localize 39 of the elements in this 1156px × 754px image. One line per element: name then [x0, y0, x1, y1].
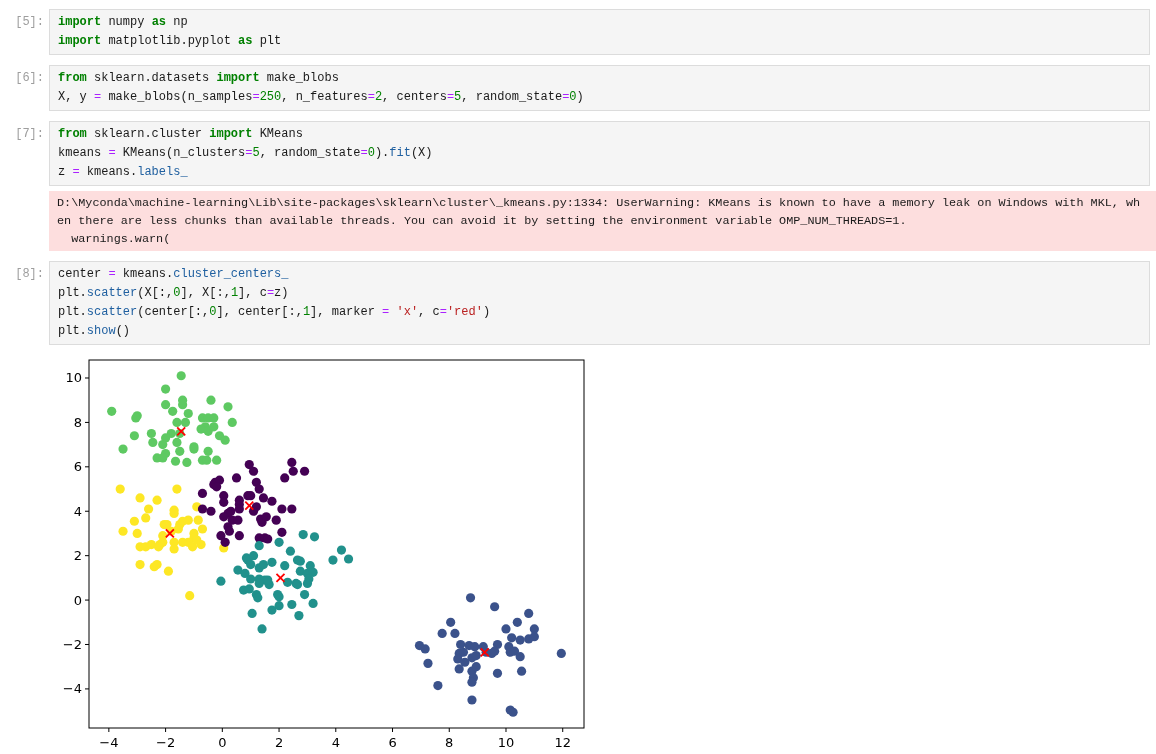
code-line: X, y = make_blobs(n_samples=250, n_features=2, centers=5, random_state=0): [58, 89, 585, 106]
warning-text: en there are less chunks than available threads. You can avoid it by setting the environment variable OMP_NUM_THREADS=1.: [57, 213, 908, 230]
code-line: from sklearn.cluster import KMeans: [58, 126, 304, 143]
axis-tick-label: 2: [274, 735, 284, 750]
code-line: plt.scatter(center[:,0], center[:,1], marker = 'x', c='red'): [58, 304, 492, 321]
axis-tick-label: −2: [156, 735, 176, 750]
code-line: import numpy as np: [58, 14, 189, 31]
code-line: center = kmeans.cluster_centers_: [58, 266, 290, 283]
axis-tick-label: 4: [73, 503, 82, 519]
code-line: plt.show(): [58, 323, 132, 340]
code-cell[interactable]: from sklearn.datasets import make_blobs X, y = make_blobs(n_samples=250, n_features=2, centers=5, random_state=0): [49, 65, 1150, 111]
axis-tick-label: 0: [218, 735, 227, 750]
axis-tick-label: 8: [445, 735, 454, 750]
code-line: kmeans = KMeans(n_clusters=5, random_state=0).fit(X): [58, 145, 434, 162]
axis-tick-label: 10: [497, 735, 515, 750]
axis-tick-label: 6: [73, 459, 82, 475]
code-line: from sklearn.datasets import make_blobs: [58, 70, 340, 87]
axis-tick-label: 8: [73, 414, 82, 430]
execution-count: [7]:: [14, 126, 45, 143]
axis-tick-label: −2: [62, 637, 82, 652]
execution-count: [5]:: [14, 14, 45, 31]
warning-text: D:\Myconda\machine-learning\Lib\site-packages\sklearn\cluster\_kmeans.py:1334: UserWarning: KMeans is known to have a memory leak on Windows with MKL, wh: [57, 195, 1142, 212]
code-cell[interactable]: center = kmeans.cluster_centers_ plt.scatter(X[:,0], X[:,1], c=z) plt.scatter(center[:,0], center[:,1], marker = 'x', c='red') plt.show(): [49, 261, 1150, 345]
axis-tick-label: 4: [331, 735, 340, 750]
axis-tick-label: 2: [73, 548, 82, 564]
warning-text: warnings.warn(: [70, 231, 172, 248]
code-line: plt.scatter(X[:,0], X[:,1], c=z): [58, 285, 290, 302]
axis-tick-label: 12: [554, 735, 571, 750]
axis-tick-label: 6: [388, 735, 397, 750]
axis-tick-label: −4: [62, 681, 82, 697]
axis-tick-label: −4: [99, 735, 119, 750]
axis-tick-label: 0: [73, 592, 82, 608]
code-line: z = kmeans.labels_: [58, 164, 189, 181]
code-line: import matplotlib.pyplot as plt: [58, 33, 283, 50]
code-cell[interactable]: import numpy as np import matplotlib.pyplot as plt: [49, 9, 1150, 55]
axis-tick-label: 10: [65, 370, 82, 386]
execution-count: [6]:: [14, 70, 45, 87]
execution-count: [8]:: [14, 266, 45, 283]
code-cell[interactable]: from sklearn.cluster import KMeans kmeans = KMeans(n_clusters=5, random_state=0).fit(X) z = kmeans.labels_: [49, 121, 1150, 186]
